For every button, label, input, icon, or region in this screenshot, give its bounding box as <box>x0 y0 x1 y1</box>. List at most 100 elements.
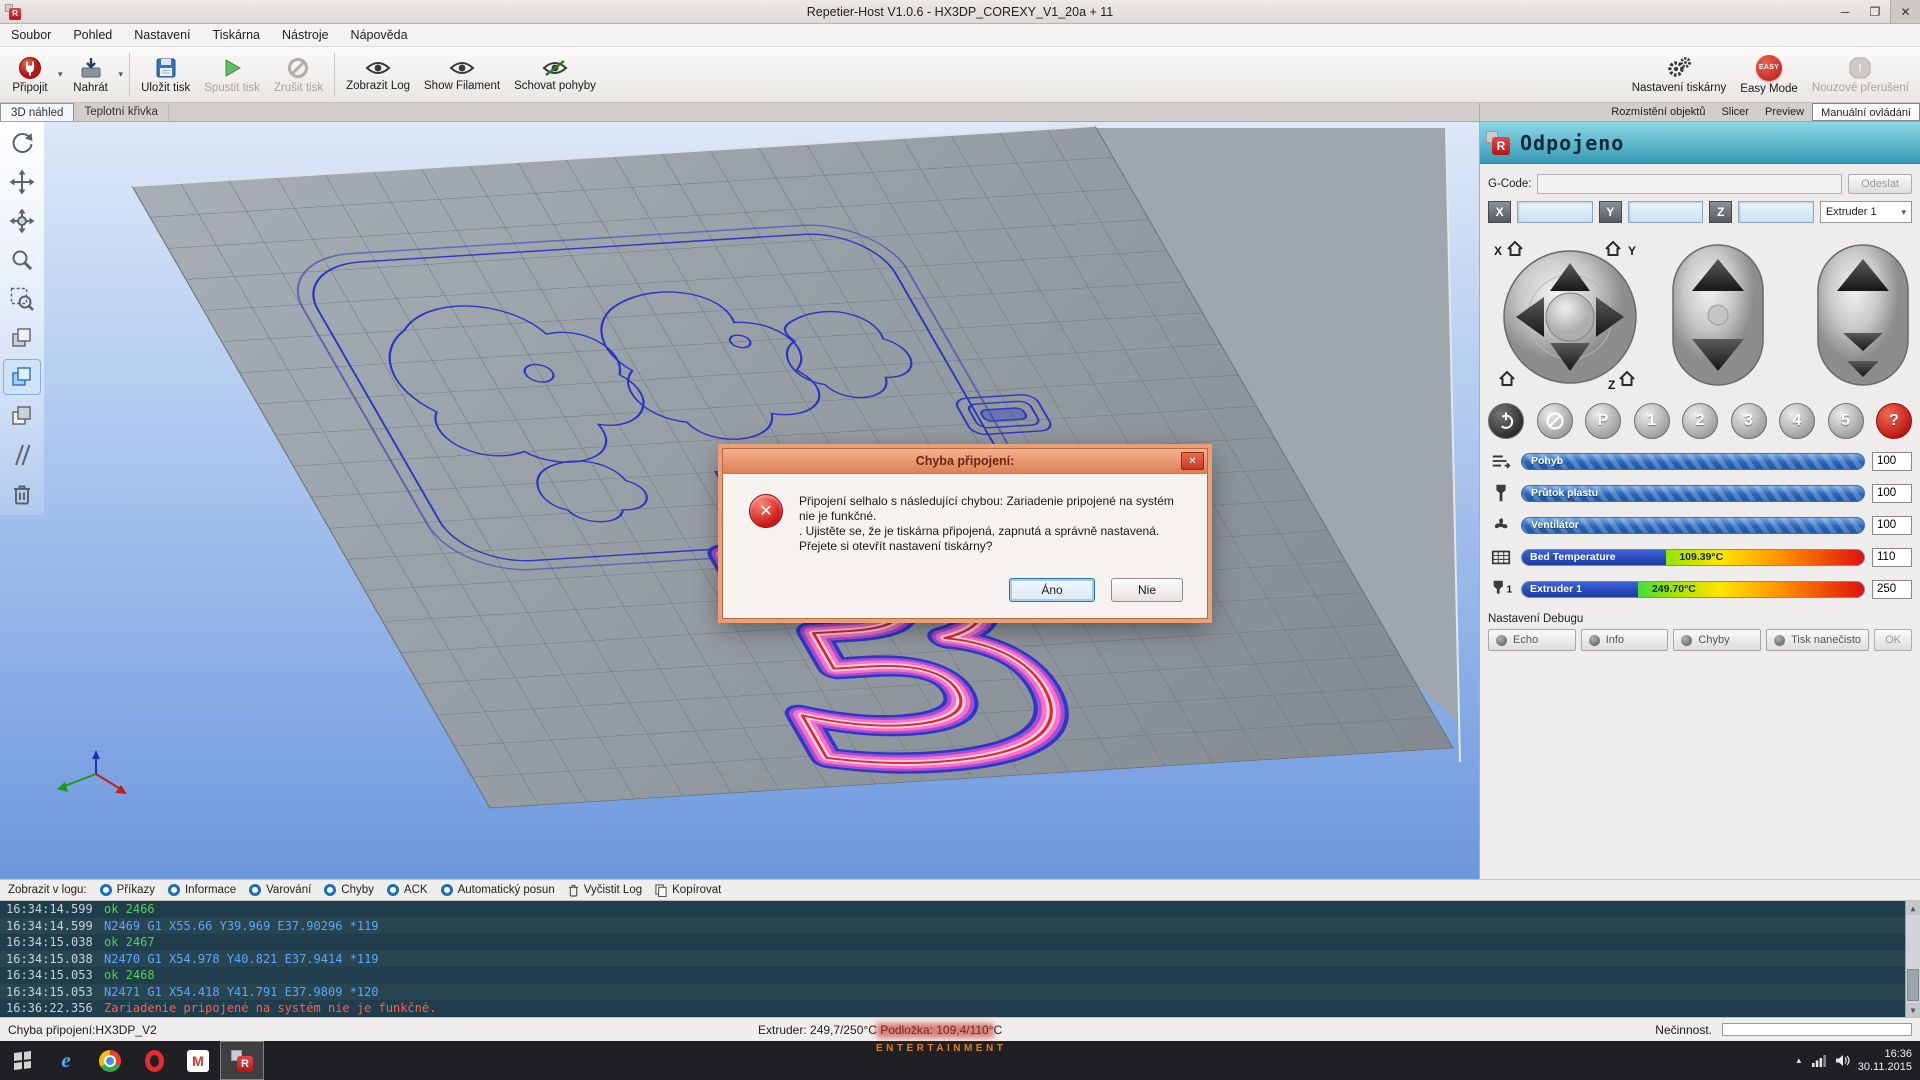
filter-warnings[interactable]: Varování <box>249 884 311 896</box>
menu-nastaveni[interactable]: Nastavení <box>123 24 201 46</box>
taskbar-repetier[interactable]: R <box>220 1041 264 1080</box>
load-button[interactable]: Nahrát <box>65 49 117 101</box>
tab-object-placement[interactable]: Rozmístění objektů <box>1603 103 1713 121</box>
taskbar-chrome[interactable] <box>88 1041 132 1080</box>
dialog-titlebar[interactable]: Chyba připojení: ✕ <box>723 449 1207 474</box>
filter-commands[interactable]: Příkazy <box>100 884 155 896</box>
tab-slicer[interactable]: Slicer <box>1713 103 1757 121</box>
preset-5-button[interactable]: 5 <box>1828 403 1864 439</box>
gcode-input[interactable] <box>1537 174 1842 194</box>
flow-value-input[interactable] <box>1872 484 1912 503</box>
log-scrollbar[interactable]: ▲ ▼ <box>1905 901 1920 1017</box>
axis-x-field[interactable] <box>1517 201 1592 223</box>
speed-slider[interactable]: Pohyb <box>1521 453 1865 470</box>
axis-y-field[interactable] <box>1628 201 1703 223</box>
load-dropdown-arrow[interactable]: ▾ <box>117 69 126 80</box>
copy-log-button[interactable]: Kopírovat <box>655 884 721 897</box>
tray-expand-icon[interactable]: ▲ <box>1795 1056 1803 1065</box>
power-button[interactable] <box>1488 403 1524 439</box>
tab-manual-control[interactable]: Manuální ovládání <box>1812 103 1920 121</box>
atx-off-button[interactable] <box>1537 403 1573 439</box>
tab-3d-preview[interactable]: 3D náhled <box>0 103 74 121</box>
help-button[interactable]: ? <box>1876 403 1912 439</box>
debug-echo-toggle[interactable]: Echo <box>1488 629 1576 651</box>
taskbar-opera[interactable] <box>132 1041 176 1080</box>
dialog-no-button[interactable]: Nie <box>1111 578 1183 602</box>
view-front-button[interactable] <box>4 399 40 433</box>
axis-z-field[interactable] <box>1738 201 1813 223</box>
menu-pohled[interactable]: Pohled <box>62 24 123 46</box>
log-output[interactable]: 16:34:14.599 ok 2466 16:34:14.599 N2469 … <box>0 901 1920 1017</box>
flow-slider[interactable]: Průtok plastu <box>1521 485 1865 502</box>
preset-4-button[interactable]: 4 <box>1779 403 1815 439</box>
dialog-close-button[interactable]: ✕ <box>1181 452 1204 470</box>
tab-preview[interactable]: Preview <box>1757 103 1812 121</box>
menu-nastroje[interactable]: Nástroje <box>271 24 340 46</box>
show-log-button[interactable]: Zobrazit Log <box>339 49 417 101</box>
hide-travel-button[interactable]: Schovat pohyby <box>507 49 603 101</box>
tab-temp-curve[interactable]: Teplotní křivka <box>74 103 169 121</box>
start-print-button[interactable]: Spustit tisk <box>197 49 267 101</box>
parallel-projection-button[interactable] <box>4 438 40 472</box>
fan-slider[interactable]: Ventilátor <box>1521 517 1865 534</box>
park-button[interactable]: P <box>1585 403 1621 439</box>
send-gcode-button[interactable]: Odeslat <box>1848 174 1912 194</box>
move-viewpoint-button[interactable] <box>4 204 40 238</box>
move-object-button[interactable] <box>4 165 40 199</box>
speed-value-input[interactable] <box>1872 452 1912 471</box>
debug-info-toggle[interactable]: Info <box>1581 629 1669 651</box>
scroll-thumb[interactable] <box>1907 969 1919 1001</box>
minimize-button[interactable]: ─ <box>1830 0 1860 23</box>
debug-dryrun-toggle[interactable]: Tisk nanečisto <box>1766 629 1869 651</box>
rotate-view-button[interactable] <box>4 126 40 160</box>
bed-temp-bar[interactable]: Bed Temperature 109.39°C <box>1521 549 1865 566</box>
menu-soubor[interactable]: Soubor <box>0 24 62 46</box>
debug-ok-button[interactable]: OK <box>1874 629 1912 651</box>
show-filament-button[interactable]: Show Filament <box>417 49 507 101</box>
home-y-icon[interactable] <box>1606 242 1620 255</box>
view-isometric-button[interactable] <box>4 321 40 355</box>
save-print-button[interactable]: Uložit tisk <box>134 49 197 101</box>
zoom-button[interactable] <box>4 243 40 277</box>
taskbar-ie[interactable]: e <box>44 1041 88 1080</box>
scroll-up-icon[interactable]: ▲ <box>1906 901 1920 915</box>
cancel-print-button[interactable]: Zrušit tisk <box>267 49 330 101</box>
menu-tiskarna[interactable]: Tiskárna <box>202 24 271 46</box>
clear-log-button[interactable]: Vyčistit Log <box>568 884 642 897</box>
connect-dropdown-arrow[interactable]: ▾ <box>56 69 65 80</box>
network-icon[interactable] <box>1812 1054 1826 1067</box>
home-all-icon[interactable] <box>1500 372 1514 385</box>
stop-jog-button[interactable] <box>1546 293 1594 341</box>
extruder-target-input[interactable] <box>1872 580 1912 599</box>
delete-object-button[interactable] <box>4 477 40 511</box>
emergency-stop-button[interactable]: ! Nouzové přerušení <box>1805 49 1916 101</box>
connect-button[interactable]: Připojit <box>4 49 56 101</box>
home-x-icon[interactable] <box>1508 242 1522 255</box>
close-button[interactable]: ✕ <box>1890 0 1920 23</box>
taskbar-gmail[interactable]: M <box>176 1041 220 1080</box>
filter-ack[interactable]: ACK <box>387 884 428 896</box>
printer-settings-button[interactable]: Nastavení tiskárny <box>1625 49 1734 101</box>
jog-pads[interactable]: X Y Z <box>1488 233 1913 395</box>
preset-1-button[interactable]: 1 <box>1634 403 1670 439</box>
extruder-select[interactable]: Extruder 1 ▾ <box>1820 201 1912 223</box>
view-top-button[interactable] <box>4 360 40 394</box>
filter-info[interactable]: Informace <box>168 884 236 896</box>
filter-errors[interactable]: Chyby <box>324 884 374 896</box>
clock[interactable]: 16:36 30.11.2015 <box>1858 1048 1912 1074</box>
maximize-button[interactable]: ❐ <box>1860 0 1890 23</box>
scroll-down-icon[interactable]: ▼ <box>1906 1003 1920 1017</box>
preset-2-button[interactable]: 2 <box>1682 403 1718 439</box>
filter-autoscroll[interactable]: Automatický posun <box>441 884 555 896</box>
extruder-temp-bar[interactable]: Extruder 1 249.70°C <box>1521 581 1865 598</box>
menu-napoveda[interactable]: Nápověda <box>340 24 419 46</box>
bed-target-input[interactable] <box>1872 548 1912 567</box>
preset-3-button[interactable]: 3 <box>1731 403 1767 439</box>
speaker-icon[interactable] <box>1835 1054 1850 1067</box>
easy-mode-button[interactable]: EASY Easy Mode <box>1733 49 1805 101</box>
start-button[interactable] <box>0 1041 44 1080</box>
dialog-yes-button[interactable]: Áno <box>1009 578 1095 602</box>
fan-value-input[interactable] <box>1872 516 1912 535</box>
zoom-area-button[interactable] <box>4 282 40 316</box>
debug-errors-toggle[interactable]: Chyby <box>1673 629 1761 651</box>
